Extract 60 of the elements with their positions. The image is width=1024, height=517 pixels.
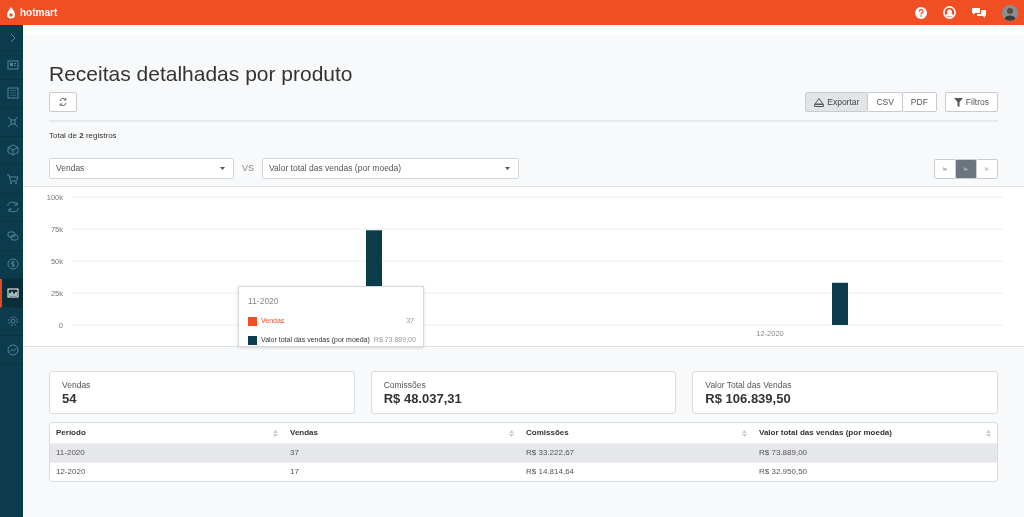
vs-label: VS: [242, 161, 254, 175]
table-cell-text: R$ 73.889,00: [758, 447, 809, 460]
export-button[interactable]: Exportar: [805, 92, 869, 113]
sidebar-item[interactable]: [0, 279, 23, 308]
sort-icon[interactable]: [742, 429, 747, 437]
chat-icon[interactable]: [972, 6, 986, 19]
avatar[interactable]: [1002, 4, 1018, 21]
grid-icon: [6, 87, 19, 100]
stat-label: Comissões: [383, 379, 427, 392]
exchange-icon: [6, 201, 19, 214]
stat-label: Valor Total das Vendas: [705, 379, 793, 392]
filter-icon: [953, 97, 963, 107]
filter-button[interactable]: Filtros: [944, 92, 998, 113]
table-cell-text: 17: [289, 466, 300, 479]
chart-icon: [6, 286, 19, 299]
support-icon[interactable]: [943, 6, 956, 19]
chart-type-button[interactable]: [955, 158, 977, 179]
table-cell-text: R$ 32.950,50: [758, 466, 809, 479]
table-cell-text: 37: [289, 447, 300, 460]
column-header[interactable]: Vendas: [284, 427, 520, 440]
export-icon: [814, 97, 825, 107]
tooltip-title: 11-2020: [248, 295, 280, 308]
table-cell-text: 11-2020: [55, 447, 86, 460]
dropdown[interactable]: Vendas: [49, 158, 234, 180]
gear-icon: [6, 315, 19, 328]
newspaper-icon: [6, 58, 19, 71]
stat-value: 54: [62, 391, 78, 407]
help-icon[interactable]: [915, 6, 927, 19]
table-row[interactable]: 12-2020 17 R$ 14.814,64 R$ 32.950,50: [50, 462, 997, 482]
table-cell-text: R$ 33.222,67: [525, 447, 576, 460]
dropdown[interactable]: Valor total das vendas (por moeda): [262, 158, 519, 180]
logo-icon: [6, 6, 16, 19]
network-icon: [6, 115, 19, 128]
sort-icon[interactable]: [509, 429, 514, 437]
caret-icon: [220, 167, 225, 171]
table-cell-text: 12-2020: [55, 466, 87, 479]
export-option[interactable]: CSV: [867, 92, 903, 113]
cube-icon: [6, 144, 19, 157]
page-title: Receitas detalhadas por produto: [49, 61, 354, 87]
stat-value: R$ 48.037,31: [383, 391, 463, 407]
stat-value: R$ 106.839,50: [705, 391, 792, 407]
brand-name: hotmart: [20, 6, 58, 20]
refresh-icon: [58, 97, 68, 108]
cart-icon: [6, 172, 19, 185]
record-count: Total de 2 registros: [49, 130, 118, 143]
column-header[interactable]: Período: [50, 427, 284, 440]
sort-icon[interactable]: [986, 429, 991, 437]
trend-icon: [6, 343, 19, 356]
chat-icon: [6, 229, 19, 242]
bar: [832, 282, 848, 326]
dollar-icon: [6, 258, 19, 271]
sort-icon[interactable]: [273, 429, 278, 437]
table-row[interactable]: 11-2020 37 R$ 33.222,67 R$ 73.889,00: [50, 443, 997, 463]
stat-label: Vendas: [62, 379, 92, 392]
refresh-button[interactable]: [49, 92, 77, 113]
column-header[interactable]: Valor total das vendas (por moeda): [753, 427, 997, 440]
table-cell-text: R$ 14.814,64: [525, 466, 576, 479]
column-header[interactable]: Comissões: [520, 427, 753, 440]
caret-icon: [505, 167, 510, 171]
export-option[interactable]: PDF: [901, 92, 937, 113]
